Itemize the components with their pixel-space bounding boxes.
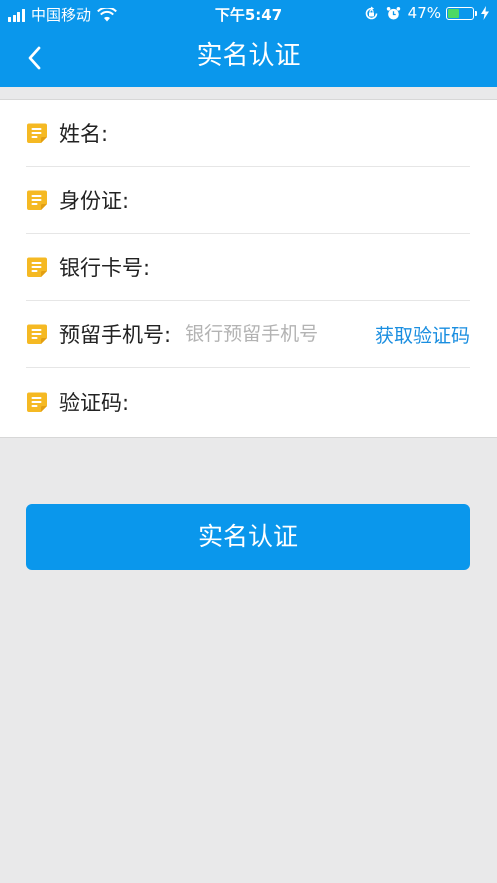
battery-percentage: 47% [407, 4, 441, 22]
get-code-button[interactable]: 获取验证码 [375, 321, 470, 348]
note-icon [27, 190, 47, 210]
id-card-row: 身份证: [26, 167, 470, 234]
top-bar: 中国移动 下午5:47 47% 实名认证 [0, 0, 497, 87]
phone-input[interactable] [185, 314, 367, 354]
bank-card-label: 银行卡号: [59, 256, 151, 280]
alarm-icon [386, 6, 401, 21]
name-row: 姓名: [26, 100, 470, 167]
page-title: 实名认证 [196, 41, 301, 71]
name-label: 姓名: [59, 122, 109, 146]
verify-code-row: 验证码: [26, 368, 470, 435]
phone-label: 预留手机号: [59, 323, 172, 347]
verify-code-label: 验证码: [59, 390, 130, 415]
id-card-input[interactable] [129, 180, 470, 220]
charging-icon [481, 6, 489, 20]
nav-bar: 实名认证 [0, 28, 497, 87]
note-icon [27, 257, 47, 277]
orientation-lock-icon [364, 6, 379, 21]
status-bar: 中国移动 下午5:47 47% [0, 0, 497, 28]
bank-card-row: 银行卡号: [26, 234, 470, 301]
verification-form: 姓名: 身份证: 银行卡号: 预留手机号: 银行预留手机号 获取验证码 验证码: [0, 99, 497, 438]
verify-code-input[interactable] [129, 381, 470, 422]
submit-verification-button[interactable]: 实名认证 [26, 504, 470, 570]
name-input[interactable] [108, 113, 470, 153]
note-icon [27, 392, 47, 412]
status-right: 47% [357, 4, 489, 22]
bank-card-input[interactable] [150, 247, 470, 287]
back-button[interactable] [14, 38, 54, 78]
back-icon [28, 46, 41, 70]
note-icon [27, 324, 47, 344]
phone-row: 预留手机号: 获取验证码 [26, 301, 470, 368]
battery-icon [446, 6, 477, 20]
note-icon [27, 123, 47, 143]
id-card-label: 身份证: [59, 189, 130, 213]
